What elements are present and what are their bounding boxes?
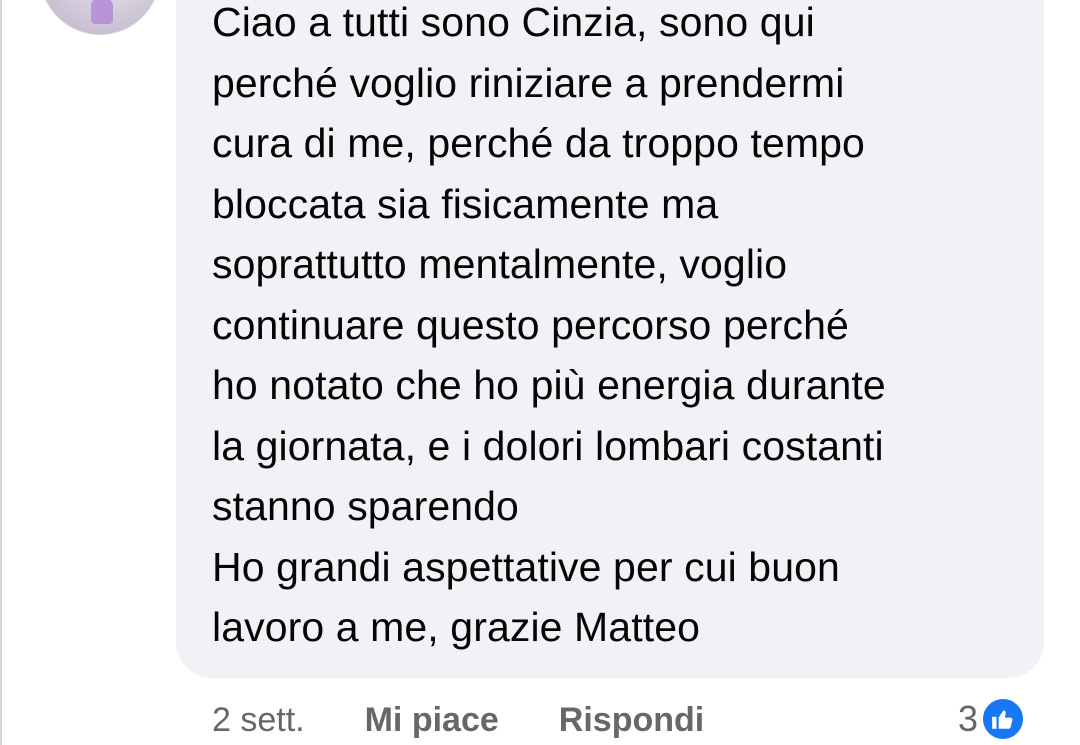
avatar[interactable]: [40, 0, 160, 35]
comment-timestamp[interactable]: 2 sett.: [212, 701, 305, 740]
reply-button[interactable]: Rispondi: [559, 701, 704, 740]
comment-screen: Ciao a tutti sono Cinzia, sono qui perch…: [0, 0, 1080, 745]
like-button[interactable]: Mi piace: [365, 701, 499, 740]
left-divider: [0, 0, 2, 745]
comment-text: Ciao a tutti sono Cinzia, sono qui perch…: [212, 0, 886, 650]
like-thumb-icon: [980, 696, 1027, 742]
reaction-count: 3: [958, 698, 979, 739]
thumb-up-glyph: [992, 710, 1013, 729]
avatar-person-body: [91, 0, 113, 24]
comment-actions: 2 sett. Mi piace Rispondi: [212, 698, 704, 742]
reaction-summary[interactable]: 3: [958, 694, 1027, 744]
